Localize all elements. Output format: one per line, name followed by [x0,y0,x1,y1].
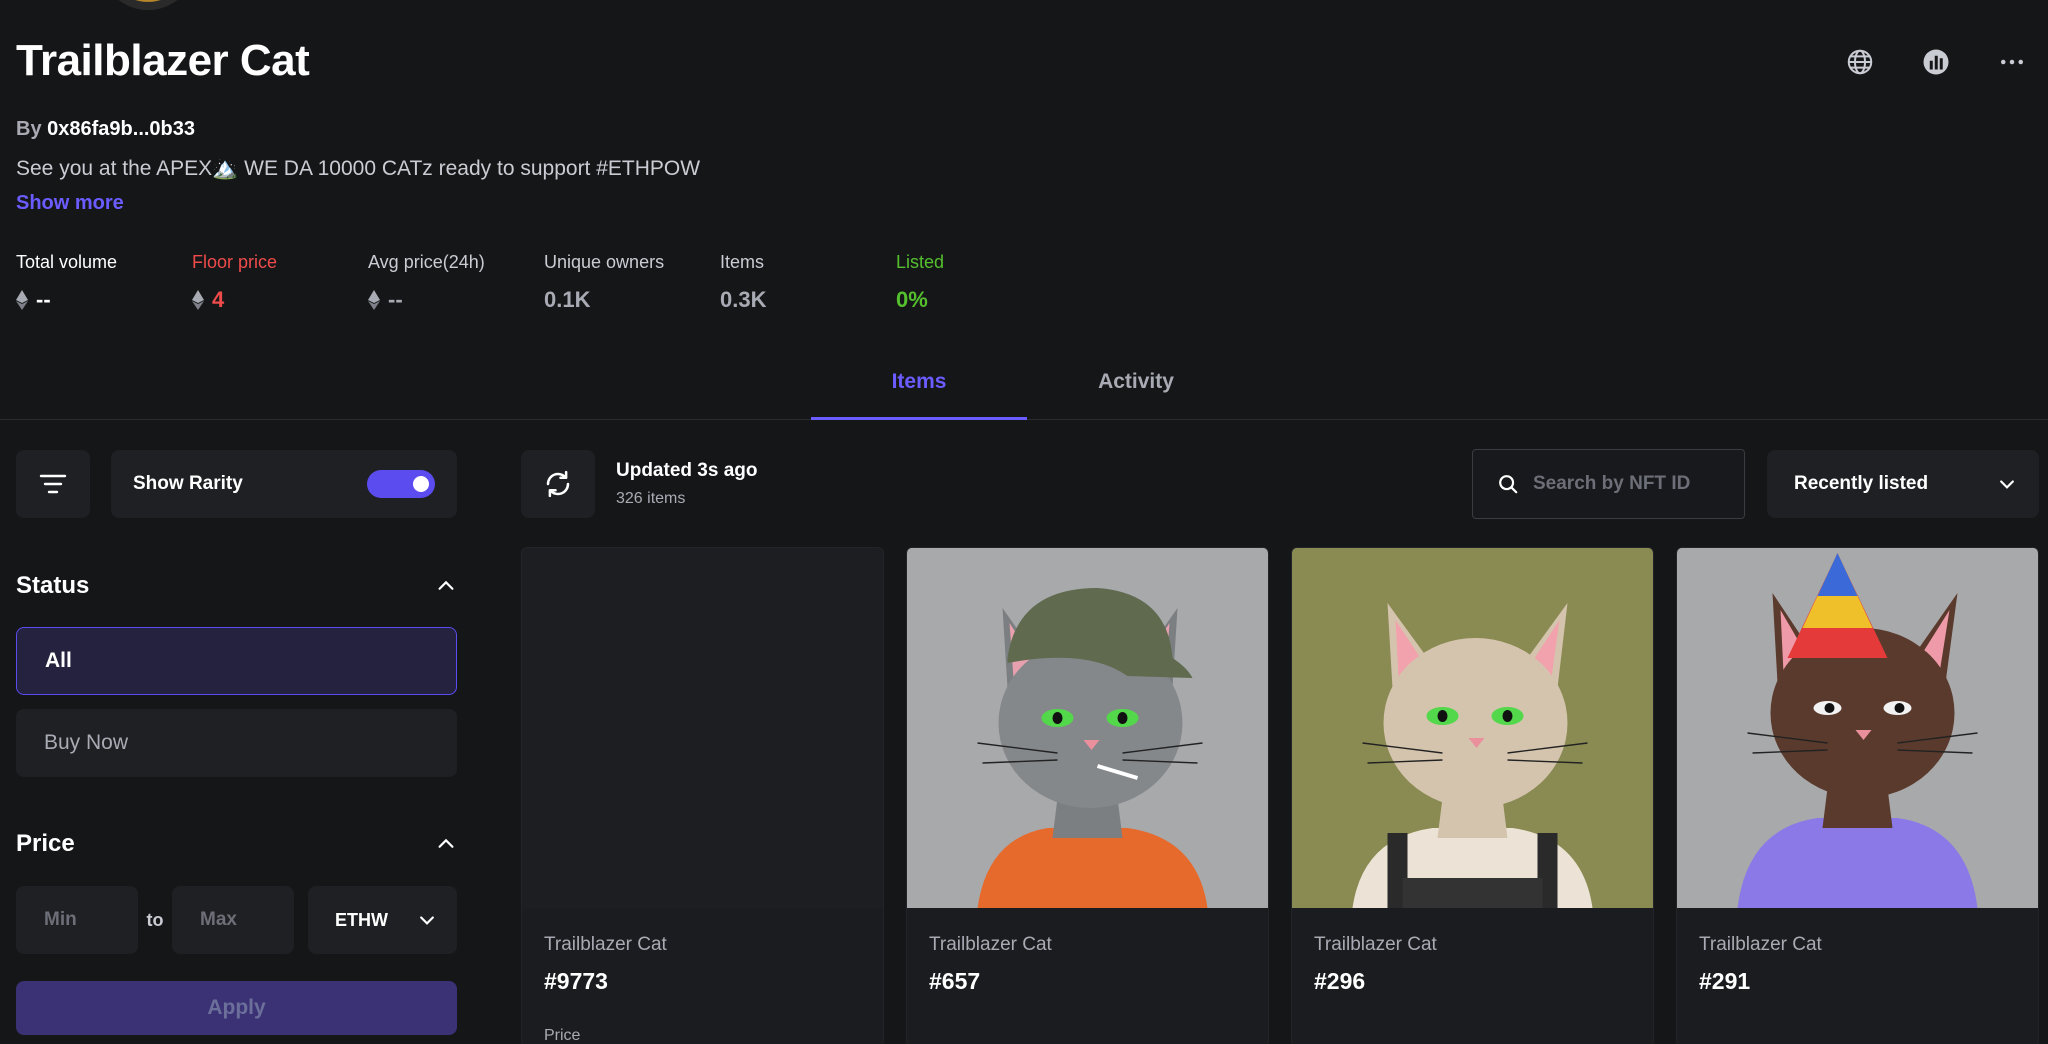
status-section-header[interactable]: Status [16,572,457,600]
chart-icon[interactable] [1916,42,1956,82]
show-rarity-toggle[interactable] [367,470,435,498]
collection-title: Trailblazer Cat [16,36,310,85]
nft-id: #657 [929,968,981,994]
price-section-header[interactable]: Price [16,830,457,858]
stat-unique-owners: Unique owners 0.1K [544,252,720,313]
price-to-label: to [146,909,164,930]
nft-card[interactable]: Trailblazer Cat #9773 Price [521,547,884,1044]
nft-image [1677,548,2038,908]
nft-card-meta: Trailblazer Cat #657 [907,908,1268,995]
collection-tabs: Items Activity [0,360,2048,420]
stat-avg-price: Avg price(24h) -- [368,252,544,313]
chevron-up-icon [438,838,454,848]
globe-icon[interactable] [1840,42,1880,82]
stat-label: Floor price [192,252,278,272]
apply-button[interactable]: Apply [16,981,457,1035]
stat-value: 0% [896,287,928,312]
filter-icon [39,474,67,494]
creator-address[interactable]: 0x86fa9b...0b33 [47,118,195,140]
cat-with-overalls-image [1292,548,1653,908]
nft-image-placeholder [522,548,883,908]
status-option-buy-now[interactable]: Buy Now [16,709,457,777]
eth-icon [368,290,380,310]
nft-collection-name: Trailblazer Cat [1699,934,1822,955]
nft-image [1292,548,1653,908]
collection-avatar [100,0,196,10]
stat-value: -- [16,287,192,313]
collection-description: See you at the APEX🏔️ WE DA 10000 CATz r… [16,157,701,180]
stat-value-text: -- [36,287,51,312]
eth-icon [16,290,28,310]
nft-collection-name: Trailblazer Cat [544,934,667,955]
nft-collection-name: Trailblazer Cat [929,934,1052,955]
stat-label: Avg price(24h) [368,252,485,272]
stat-label: Unique owners [544,252,665,272]
update-status: Updated 3s ago 326 items [616,460,757,508]
stat-value: 4 [192,287,368,313]
show-more-link[interactable]: Show more [16,192,124,215]
price-max-input[interactable] [172,886,294,954]
chevron-up-icon [438,580,454,590]
nft-card-meta: Trailblazer Cat #296 [1292,908,1653,995]
filter-toggle-button[interactable] [16,450,90,518]
stat-value: -- [368,287,544,313]
price-range-row: to ETHW [16,886,457,954]
nft-card-meta: Trailblazer Cat #291 [1677,908,2038,995]
nft-image [907,548,1268,908]
nft-card[interactable]: Trailblazer Cat #296 [1291,547,1654,1044]
sort-select[interactable]: Recently listed [1767,450,2039,518]
cat-with-party-hat-image [1677,548,2038,908]
tab-items[interactable]: Items [811,370,1027,420]
stat-label: Total volume [16,252,118,272]
stat-value: 0.1K [544,287,591,312]
stat-label: Listed [896,252,945,272]
nft-id: #291 [1699,968,1751,994]
nft-price-label: Price [544,1027,581,1044]
collection-stats: Total volume -- Floor price 4 Avg price(… [16,252,1072,313]
nft-card-meta: Trailblazer Cat #9773 Price [522,908,883,1044]
stat-label: Items [720,252,765,272]
tab-activity[interactable]: Activity [1028,370,1244,420]
refresh-icon [546,470,570,498]
nft-search-box [1472,449,1745,519]
status-title: Status [16,572,90,599]
price-title: Price [16,830,75,857]
refresh-button[interactable] [521,450,595,518]
items-count: 326 items [616,490,686,507]
chevron-down-icon [2000,480,2014,489]
stat-floor-price: Floor price 4 [192,252,368,313]
sort-value: Recently listed [1794,473,1929,494]
show-rarity-label: Show Rarity [133,473,243,494]
more-icon[interactable] [1992,42,2032,82]
stat-value: 0.3K [720,287,767,312]
search-icon [1499,475,1518,494]
stat-listed: Listed 0% [896,252,1072,313]
stat-items: Items 0.3K [720,252,896,313]
updated-text: Updated 3s ago [616,460,758,481]
nft-id: #296 [1314,968,1366,994]
currency-value: ETHW [335,909,388,930]
cat-with-cap-image [907,548,1268,908]
nft-search-input[interactable] [1533,473,1733,495]
stat-value-text: 4 [212,287,225,312]
creator-byline: By 0x86fa9b...0b33 [16,118,195,141]
price-min-input[interactable] [16,886,138,954]
nft-id: #9773 [544,968,608,994]
nft-card[interactable]: Trailblazer Cat #291 [1676,547,2039,1044]
collection-page: Trailblazer Cat By 0x86fa9b...0b33 See y… [0,0,2048,1044]
currency-select[interactable]: ETHW [308,886,457,954]
eth-icon [192,290,204,310]
by-label: By [16,118,42,140]
show-rarity-panel: Show Rarity [111,450,457,518]
header-actions [1840,42,2032,82]
status-option-all[interactable]: All [16,627,457,695]
chevron-down-icon [420,916,434,925]
stat-value-text: -- [388,287,403,312]
nft-collection-name: Trailblazer Cat [1314,934,1437,955]
nft-card[interactable]: Trailblazer Cat #657 [906,547,1269,1044]
stat-total-volume: Total volume -- [16,252,192,313]
